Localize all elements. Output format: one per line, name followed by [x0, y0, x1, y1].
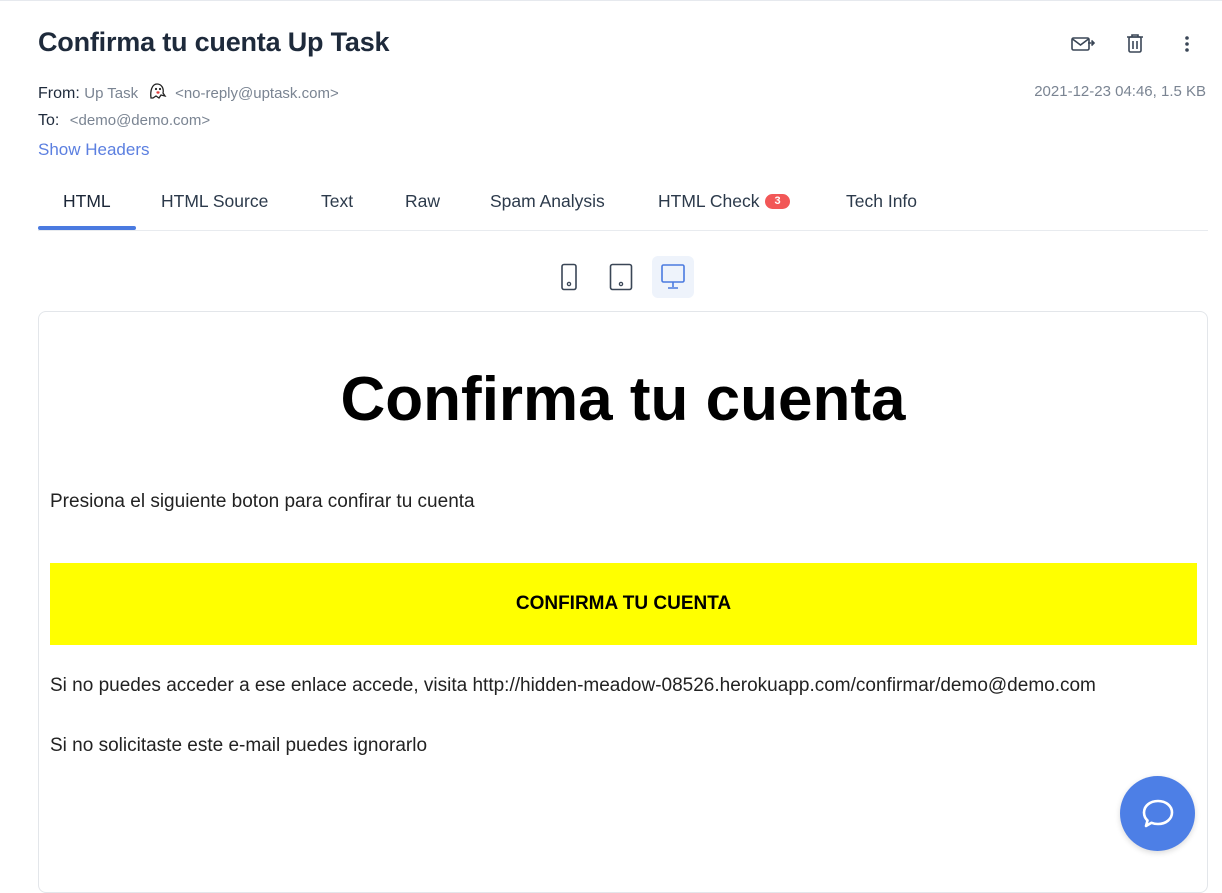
- tab-text[interactable]: Text: [321, 174, 353, 228]
- more-options-button[interactable]: [1170, 30, 1204, 58]
- device-switcher: [548, 256, 694, 298]
- preview-intro: Presiona el siguiente boton para confira…: [50, 491, 475, 512]
- to-row: To: <demo@demo.com>: [38, 109, 339, 133]
- date-size: 2021-12-23 04:46, 1.5 KB: [1034, 83, 1206, 100]
- forward-button[interactable]: [1066, 30, 1100, 58]
- preview-ignore-text: Si no solicitaste este e-mail puedes ign…: [50, 735, 428, 756]
- from-address: <no-reply@uptask.com>: [175, 85, 339, 102]
- to-label: To:: [38, 112, 60, 129]
- to-address: <demo@demo.com>: [69, 112, 211, 129]
- active-tab-indicator: [38, 226, 136, 230]
- tab-html[interactable]: HTML: [63, 174, 111, 228]
- confirm-account-button[interactable]: CONFIRMA TU CUENTA: [50, 563, 1197, 645]
- preview-heading: Confirma tu cuenta: [340, 365, 906, 434]
- tab-tech-info[interactable]: Tech Info: [846, 174, 917, 228]
- view-tabs: HTML HTML Source Text Raw Spam Analysis …: [38, 174, 1208, 231]
- desktop-device-icon: [661, 264, 685, 289]
- chat-support-button[interactable]: [1120, 776, 1195, 851]
- delete-button[interactable]: [1118, 30, 1152, 58]
- ghost-emoji-icon: [147, 81, 167, 109]
- tab-spam-analysis[interactable]: Spam Analysis: [490, 174, 605, 228]
- top-divider: [0, 0, 1222, 1]
- show-headers-link[interactable]: Show Headers: [38, 140, 150, 160]
- tab-raw[interactable]: Raw: [405, 174, 440, 228]
- from-row: From: Up Task <no-reply@uptask.com>: [38, 81, 339, 109]
- desktop-view-button[interactable]: [652, 256, 694, 298]
- from-name: Up Task: [84, 85, 139, 102]
- email-subject: Confirma tu cuenta Up Task: [38, 27, 390, 57]
- more-vertical-icon: [1185, 36, 1189, 52]
- email-preview-frame: Confirma tu cuenta Presiona el siguiente…: [38, 311, 1208, 893]
- tab-html-check-label: HTML Check: [658, 190, 760, 211]
- tablet-device-icon: [609, 263, 633, 291]
- forward-mail-icon: [1071, 37, 1096, 51]
- tab-html-check[interactable]: HTML Check 3: [658, 174, 790, 228]
- from-label: From:: [38, 85, 80, 102]
- mobile-view-button[interactable]: [548, 256, 590, 298]
- email-meta: From: Up Task <no-reply@uptask.com> To: …: [38, 81, 339, 133]
- message-actions: [1066, 30, 1204, 58]
- chat-bubble-icon: [1142, 799, 1173, 827]
- mobile-device-icon: [561, 263, 577, 291]
- trash-icon: [1127, 34, 1143, 53]
- preview-fallback-text: Si no puedes acceder a ese enlace accede…: [50, 675, 1096, 696]
- html-check-count-badge: 3: [765, 193, 790, 209]
- tab-html-source[interactable]: HTML Source: [161, 174, 268, 228]
- tablet-view-button[interactable]: [600, 256, 642, 298]
